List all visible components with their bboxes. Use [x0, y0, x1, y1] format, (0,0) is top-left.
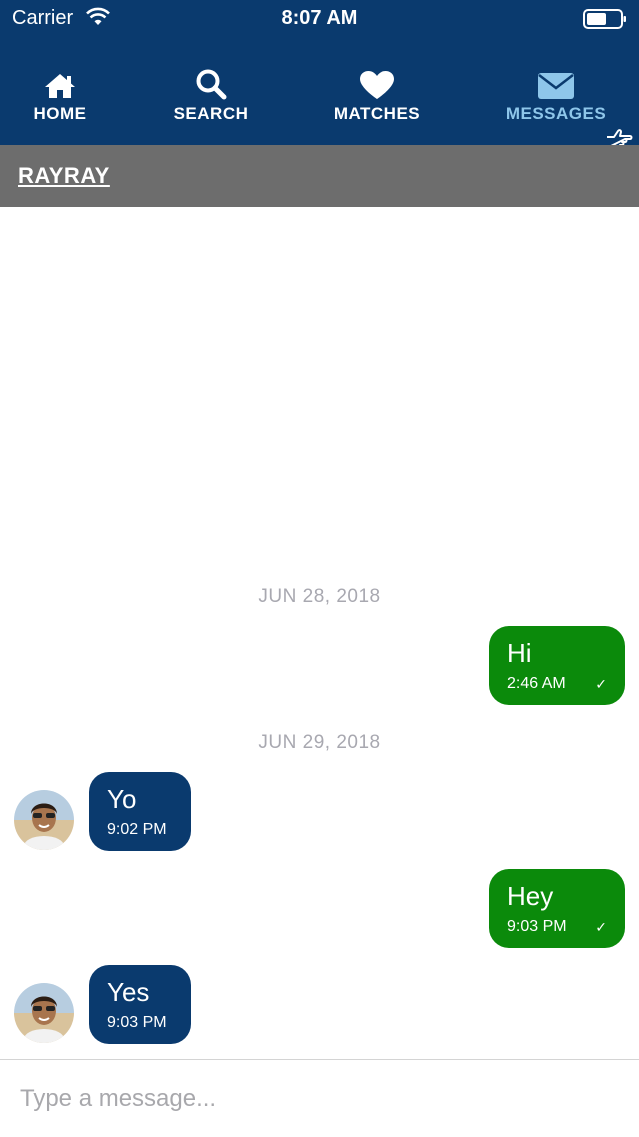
- nav-messages-label: MESSAGES: [505, 104, 607, 123]
- nav-messages[interactable]: MESSAGES: [500, 68, 612, 124]
- message-text: Hi: [507, 638, 532, 668]
- message-bubble-sent[interactable]: Hi 2:46 AM ✓: [489, 626, 625, 705]
- nav-home-label: HOME: [33, 104, 87, 123]
- checkmark-icon: ✓: [595, 919, 607, 935]
- message-time: 9:02 PM: [107, 821, 167, 838]
- date-separator: JUN 28, 2018: [258, 586, 381, 607]
- nav-matches-label: MATCHES: [333, 104, 421, 123]
- battery-icon: [583, 9, 627, 34]
- status-bar: Carrier 8:07 AM: [0, 0, 639, 36]
- search-icon: [166, 68, 256, 100]
- message-text: Yes: [107, 977, 150, 1007]
- nav-search[interactable]: SEARCH: [166, 68, 256, 124]
- contact-avatar[interactable]: [14, 983, 74, 1043]
- app-header: Carrier 8:07 AM HOME SEARCH MATCHES MESS…: [0, 0, 639, 149]
- message-time: 9:03 PM: [107, 1014, 167, 1031]
- message-bubble-received[interactable]: Yes 9:03 PM: [89, 965, 191, 1044]
- nav-home[interactable]: HOME: [20, 68, 100, 124]
- checkmark-icon: ✓: [595, 676, 607, 692]
- status-time: 8:07 AM: [281, 7, 358, 29]
- nav-bar: HOME SEARCH MATCHES MESSAGES: [0, 58, 639, 149]
- message-time: 9:03 PM: [507, 918, 567, 935]
- conversation-header: RAYRAY: [0, 145, 639, 207]
- heart-icon: [322, 68, 432, 100]
- date-separator: JUN 29, 2018: [258, 732, 381, 753]
- message-time: 2:46 AM: [507, 675, 566, 692]
- envelope-icon: [500, 68, 612, 100]
- home-icon: [20, 68, 100, 100]
- message-input[interactable]: [18, 1080, 622, 1118]
- contact-avatar[interactable]: [14, 790, 74, 850]
- contact-name-link[interactable]: RAYRAY: [18, 163, 110, 189]
- nav-matches[interactable]: MATCHES: [322, 68, 432, 124]
- message-text: Hey: [507, 881, 554, 911]
- nav-search-label: SEARCH: [173, 104, 249, 123]
- message-bubble-sent[interactable]: Hey 9:03 PM ✓: [489, 869, 625, 948]
- message-bubble-received[interactable]: Yo 9:02 PM: [89, 772, 191, 851]
- message-composer: [0, 1059, 639, 1137]
- message-text: Yo: [107, 784, 137, 814]
